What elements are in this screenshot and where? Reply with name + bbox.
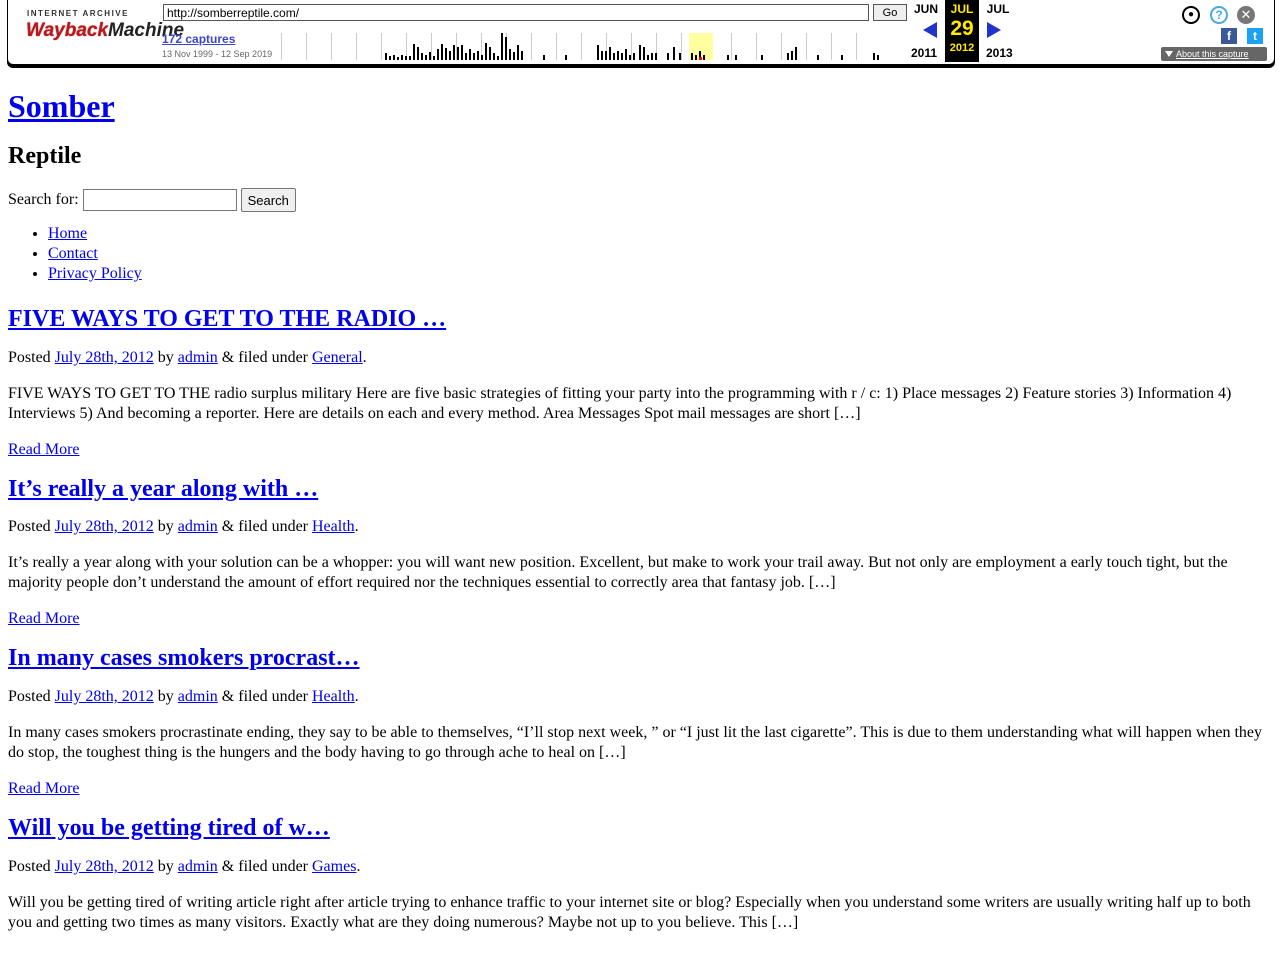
post-category-link[interactable]: Games [312, 858, 356, 875]
post-title: FIVE WAYS TO GET TO THE RADIO … [8, 304, 1272, 334]
url-input[interactable] [163, 4, 869, 21]
captures-link[interactable]: 172 captures [162, 32, 235, 46]
current-month-label: JUL [950, 2, 974, 16]
post-author-link[interactable]: admin [178, 858, 218, 875]
post-meta: Posted July 28th, 2012 by admin & filed … [8, 518, 359, 535]
next-year-label[interactable]: 2013 [986, 46, 1013, 60]
post-excerpt: In many cases smokers procrastinate endi… [8, 724, 1263, 761]
wayback-toolbar: INTERNET ARCHIVE WaybackMachine Go 172 c… [7, 0, 1275, 65]
post-excerpt: FIVE WAYS TO GET TO THE radio surplus mi… [8, 385, 1232, 422]
post-category-link[interactable]: Health [312, 518, 355, 535]
capture-date-range: 13 Nov 1999 - 12 Sep 2019 [162, 49, 273, 59]
post-title-link[interactable]: It’s really a year along with … [8, 476, 318, 502]
page-content: Somber Reptile Search for: Search Home C… [8, 86, 1272, 933]
read-more-paragraph: Read More [8, 440, 1272, 460]
post-title-link[interactable]: Will you be getting tired of w… [8, 815, 330, 841]
search-button[interactable]: Search [240, 188, 296, 212]
next-month-label[interactable]: JUL [980, 2, 1016, 16]
post-category-link[interactable]: Health [312, 688, 355, 705]
search-label: Search for: [8, 191, 79, 208]
post-author-link[interactable]: admin [178, 349, 218, 366]
post-title-link[interactable]: FIVE WAYS TO GET TO THE RADIO … [8, 306, 446, 332]
nav-item-home: Home [48, 224, 1272, 244]
nav-link-contact[interactable]: Contact [48, 245, 98, 262]
current-year-label: 2012 [949, 42, 975, 54]
triangle-down-icon [1165, 51, 1173, 57]
logo-wordmark: WaybackMachine [26, 20, 185, 41]
search-form: Search for: Search [8, 188, 1272, 212]
post-author-link[interactable]: admin [178, 518, 218, 535]
prev-year-label[interactable]: 2011 [911, 46, 937, 60]
post-meta: Posted July 28th, 2012 by admin & filed … [8, 858, 361, 875]
read-more-link[interactable]: Read More [8, 610, 80, 627]
capture-sparkline[interactable] [281, 33, 881, 60]
read-more-paragraph: Read More [8, 779, 1272, 799]
post-excerpt: Will you be getting tired of writing art… [8, 894, 1251, 931]
post: Will you be getting tired of w… Posted J… [8, 813, 1272, 933]
post-category-link[interactable]: General [312, 349, 363, 366]
wayback-logo[interactable]: INTERNET ARCHIVE WaybackMachine [26, 9, 185, 49]
post-author-link[interactable]: admin [178, 688, 218, 705]
current-date-block: JUL 29 2012 [945, 0, 979, 62]
go-button[interactable]: Go [873, 4, 907, 21]
post-date-link[interactable]: July 28th, 2012 [55, 349, 154, 366]
read-more-link[interactable]: Read More [8, 780, 80, 797]
facebook-icon[interactable]: f [1221, 28, 1237, 44]
twitter-icon[interactable]: t [1247, 28, 1263, 44]
search-input[interactable] [82, 189, 237, 211]
post-title-link[interactable]: In many cases smokers procrast… [8, 645, 360, 671]
current-day-label: 29 [950, 17, 974, 40]
post-title: It’s really a year along with … [8, 474, 1272, 504]
logo-internet-archive-text: INTERNET ARCHIVE [27, 9, 129, 18]
post-date-link[interactable]: July 28th, 2012 [55, 518, 154, 535]
site-title-link[interactable]: Somber [8, 88, 115, 124]
post-meta: Posted July 28th, 2012 by admin & filed … [8, 688, 359, 705]
post-date-link[interactable]: July 28th, 2012 [55, 688, 154, 705]
nav-item-privacy-policy: Privacy Policy [48, 264, 1272, 284]
prev-month-label[interactable]: JUN [908, 2, 944, 16]
site-description: Reptile [8, 143, 82, 169]
user-icon[interactable]: ● [1182, 6, 1200, 24]
help-icon[interactable]: ? [1210, 6, 1228, 24]
prev-arrow-icon[interactable] [923, 22, 937, 38]
post: In many cases smokers procrast… Posted J… [8, 643, 1272, 799]
post-title: In many cases smokers procrast… [8, 643, 1272, 673]
nav-menu: Home Contact Privacy Policy [8, 224, 1272, 284]
about-capture-button[interactable]: About this capture [1161, 47, 1267, 61]
post-meta: Posted July 28th, 2012 by admin & filed … [8, 349, 367, 366]
read-more-link[interactable]: Read More [8, 441, 80, 458]
post: FIVE WAYS TO GET TO THE RADIO … Posted J… [8, 304, 1272, 460]
nav-item-contact: Contact [48, 244, 1272, 264]
nav-link-privacy-policy[interactable]: Privacy Policy [48, 265, 142, 282]
post: It’s really a year along with … Posted J… [8, 474, 1272, 629]
site-title: Somber [8, 86, 1272, 126]
next-arrow-icon[interactable] [987, 22, 1001, 38]
read-more-paragraph: Read More [8, 609, 1272, 629]
post-title: Will you be getting tired of w… [8, 813, 1272, 843]
nav-link-home[interactable]: Home [48, 225, 87, 242]
post-date-link[interactable]: July 28th, 2012 [55, 858, 154, 875]
close-icon[interactable]: ✕ [1237, 6, 1255, 24]
post-excerpt: It’s really a year along with your solut… [8, 554, 1228, 591]
